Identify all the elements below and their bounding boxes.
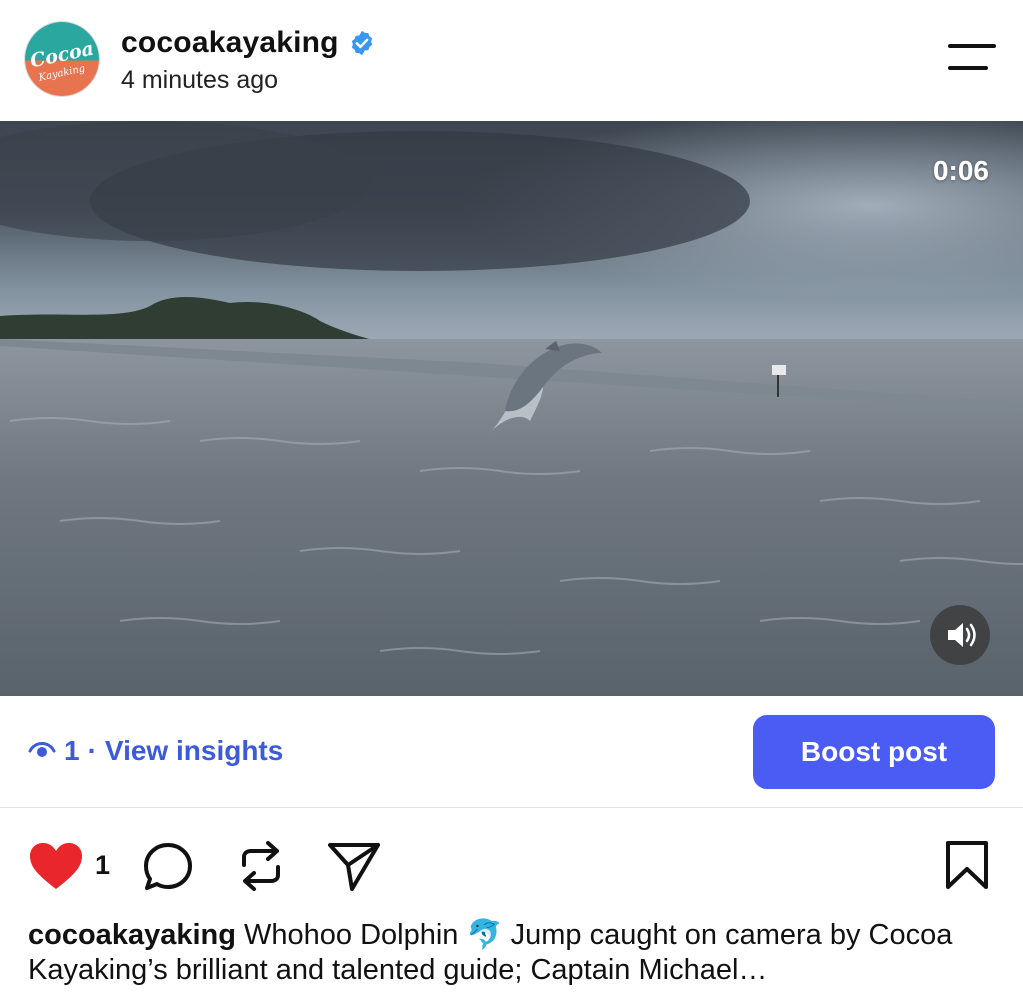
view-insights-link[interactable]: 1 · View insights	[28, 735, 283, 767]
post-caption: cocoakayaking Whohoo Dolphin 🐬 Jump caug…	[28, 918, 988, 988]
insights-bar: 1 · View insights Boost post	[0, 697, 1023, 808]
heart-icon[interactable]	[28, 841, 84, 896]
verified-badge-icon	[348, 29, 376, 57]
caption-username[interactable]: cocoakayaking	[28, 919, 236, 951]
username[interactable]: cocoakayaking	[121, 26, 339, 60]
menu-icon[interactable]	[946, 44, 998, 72]
post-timestamp: 4 minutes ago	[121, 66, 279, 94]
bookmark-icon[interactable]	[944, 839, 990, 896]
send-icon[interactable]	[326, 839, 382, 898]
dolphin-emoji: 🐬	[466, 919, 503, 951]
comment-icon[interactable]	[142, 841, 194, 898]
video-duration: 0:06	[932, 155, 989, 186]
insights-label: View insights	[104, 735, 284, 766]
eye-icon	[28, 735, 56, 767]
repost-icon[interactable]	[236, 839, 286, 898]
video-frame	[0, 121, 1023, 696]
boost-post-button[interactable]: Boost post	[753, 715, 995, 789]
avatar[interactable]: Cocoa Kayaking	[25, 22, 99, 96]
post-header: Cocoa Kayaking cocoakayaking 4 minutes a…	[0, 0, 1023, 120]
username-row: cocoakayaking	[121, 26, 376, 60]
action-bar: 1	[0, 835, 1023, 897]
caption-text-part1: Whohoo Dolphin	[235, 919, 467, 951]
speaker-icon[interactable]	[930, 605, 990, 665]
insights-count: 1	[64, 735, 80, 766]
post-video[interactable]: 0:06	[0, 121, 1023, 696]
insights-separator: ·	[87, 735, 97, 766]
like-count[interactable]: 1	[95, 850, 110, 881]
